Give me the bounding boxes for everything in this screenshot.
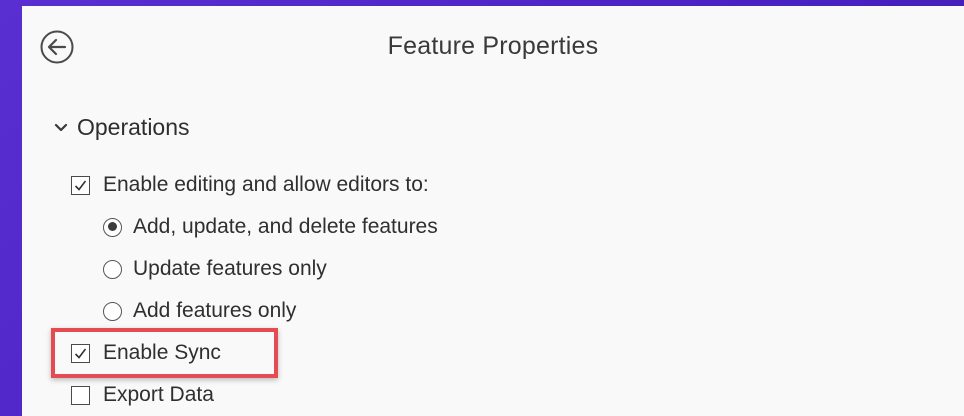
export-data-label: Export Data [103,383,214,406]
radio-label: Update features only [133,257,327,280]
feature-properties-panel: Feature Properties Operations Enable edi… [22,6,964,416]
section-label: Operations [77,114,190,140]
page-title: Feature Properties [387,32,599,60]
export-data-option[interactable]: Export Data [71,383,214,407]
radio-label: Add features only [133,299,297,322]
chevron-down-icon [54,123,68,131]
section-operations-toggle[interactable]: Operations [54,114,190,141]
radio-label: Add, update, and delete features [133,215,438,238]
radio-button[interactable] [103,259,122,279]
radio-add-update-delete[interactable]: Add, update, and delete features [103,215,438,239]
export-data-checkbox[interactable] [71,385,90,405]
checkmark-icon [74,180,87,191]
enable-editing-label: Enable editing and allow editors to: [103,173,429,196]
radio-button-selected[interactable] [103,217,122,237]
enable-editing-option[interactable]: Enable editing and allow editors to: [71,173,429,197]
radio-update-only[interactable]: Update features only [103,257,327,281]
radio-add-only[interactable]: Add features only [103,299,296,323]
highlight-box [51,328,278,378]
radio-button[interactable] [103,301,122,321]
enable-editing-checkbox[interactable] [71,175,90,195]
